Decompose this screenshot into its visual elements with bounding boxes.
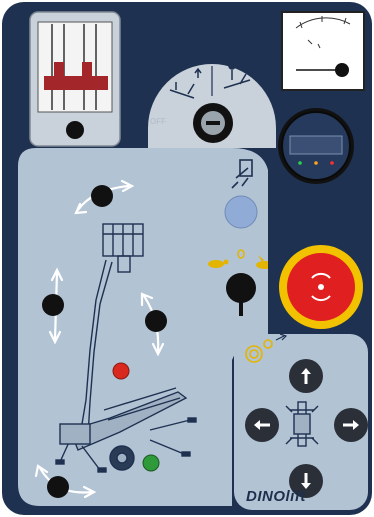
drive-left-button[interactable]: [245, 408, 279, 442]
boom-lift-joystick[interactable]: [42, 294, 64, 316]
control-panel: [2, 2, 372, 515]
status-led-red: [330, 161, 334, 165]
emergency-stop[interactable]: [268, 244, 372, 329]
brand-logo: DINOlift: [246, 488, 306, 505]
indicator-light-red: [112, 362, 130, 380]
outrigger-button[interactable]: [224, 195, 258, 229]
gauge-pivot: [335, 63, 349, 77]
hour-meter: [278, 108, 354, 184]
breaker-housing: [29, 11, 121, 147]
drive-right-button[interactable]: [334, 408, 368, 442]
breaker-reset-button[interactable]: [66, 121, 84, 139]
boom-rotate-joystick[interactable]: [91, 185, 113, 207]
status-led-green: [298, 161, 302, 165]
off-label: OFF: [150, 117, 166, 126]
jib-joystick[interactable]: [145, 310, 167, 332]
drive-forward-button[interactable]: [289, 359, 323, 393]
indicator-light-green: [142, 454, 160, 472]
voltmeter-gauge: [281, 11, 365, 91]
minus-icon: [206, 121, 220, 125]
slew-joystick[interactable]: [47, 476, 69, 498]
status-led-orange: [314, 161, 318, 165]
